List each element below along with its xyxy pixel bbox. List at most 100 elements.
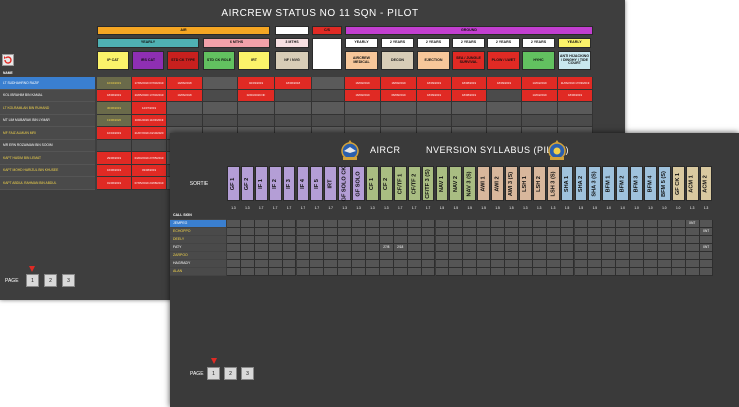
syllabus-cell[interactable] <box>324 220 339 228</box>
syllabus-cell[interactable] <box>518 244 533 252</box>
syllabus-cell[interactable] <box>421 244 436 252</box>
status-cell[interactable] <box>275 114 312 127</box>
status-cell[interactable] <box>238 102 275 115</box>
syllabus-cell[interactable] <box>421 236 436 244</box>
syllabus-cell[interactable] <box>240 244 255 252</box>
syllabus-cell[interactable] <box>532 252 547 260</box>
call-sign-row[interactable]: ZARPOO <box>170 252 226 260</box>
status-cell[interactable] <box>203 114 238 127</box>
syllabus-cell[interactable] <box>240 236 255 244</box>
status-cell[interactable] <box>417 114 452 127</box>
status-cell[interactable]: 19/06/2018 <box>167 89 203 102</box>
call-sign-row[interactable]: ECHOPPO <box>170 228 226 236</box>
syllabus-cell[interactable] <box>268 268 283 276</box>
pilot-name-row[interactable]: LT SUDHAHRNO RAZIF <box>0 77 95 90</box>
syllabus-cell[interactable] <box>588 268 603 276</box>
status-cell[interactable] <box>203 102 238 115</box>
syllabus-cell[interactable] <box>630 244 644 252</box>
syllabus-cell[interactable] <box>254 252 269 260</box>
syllabus-cell[interactable] <box>379 252 394 260</box>
syllabus-cell[interactable] <box>630 236 644 244</box>
syllabus-cell[interactable] <box>282 244 297 252</box>
syllabus-cell[interactable] <box>296 268 311 276</box>
status-cell[interactable] <box>487 89 522 102</box>
syllabus-cell[interactable] <box>282 252 297 260</box>
syllabus-cell[interactable] <box>407 228 422 236</box>
syllabus-cell[interactable]: 27/8 <box>379 244 394 252</box>
syllabus-cell[interactable] <box>616 236 631 244</box>
syllabus-cell[interactable] <box>338 228 353 236</box>
syllabus-cell[interactable] <box>602 228 617 236</box>
status-cell[interactable]: 18/08/2019 <box>452 77 487 90</box>
syllabus-cell[interactable] <box>491 236 505 244</box>
syllabus-cell[interactable] <box>240 260 255 268</box>
syllabus-cell[interactable] <box>463 268 478 276</box>
syllabus-cell[interactable] <box>588 220 603 228</box>
status-cell[interactable] <box>132 139 167 152</box>
syllabus-cell[interactable] <box>324 252 339 260</box>
syllabus-cell[interactable] <box>352 260 366 268</box>
pilot-name-row[interactable]: KOL IBRAHIM BIN KAMAL <box>0 89 95 102</box>
status-cell[interactable] <box>275 102 312 115</box>
syllabus-cell[interactable] <box>379 220 394 228</box>
page-button-2[interactable]: 2 <box>224 367 237 380</box>
syllabus-cell[interactable] <box>588 236 603 244</box>
syllabus-cell[interactable] <box>602 252 617 260</box>
pilot-name-row[interactable]: LT KOLRAMLAN BIN RUHAND <box>0 102 95 115</box>
syllabus-cell[interactable] <box>421 228 436 236</box>
syllabus-cell[interactable] <box>463 236 478 244</box>
syllabus-cell[interactable] <box>421 220 436 228</box>
syllabus-cell[interactable] <box>602 220 617 228</box>
syllabus-cell[interactable] <box>240 268 255 276</box>
syllabus-cell[interactable] <box>574 252 589 260</box>
syllabus-cell[interactable] <box>491 228 505 236</box>
syllabus-cell[interactable] <box>518 236 533 244</box>
syllabus-cell[interactable] <box>616 252 631 260</box>
status-cell[interactable]: 30/06/2019 <box>97 102 132 115</box>
syllabus-cell[interactable] <box>491 244 505 252</box>
syllabus-cell[interactable] <box>477 244 492 252</box>
syllabus-cell[interactable] <box>310 252 325 260</box>
call-sign-row[interactable]: DEELY <box>170 236 226 244</box>
syllabus-cell[interactable] <box>463 220 478 228</box>
status-cell[interactable]: 02/03/2019 <box>238 77 275 90</box>
page-button-1[interactable]: 1 <box>26 274 39 287</box>
syllabus-cell[interactable] <box>518 228 533 236</box>
syllabus-cell[interactable] <box>379 260 394 268</box>
status-cell[interactable] <box>97 139 132 152</box>
page-button-3[interactable]: 3 <box>241 367 254 380</box>
call-sign-row[interactable]: JEMPEG <box>170 220 226 228</box>
syllabus-cell[interactable] <box>310 236 325 244</box>
syllabus-cell[interactable] <box>505 220 519 228</box>
status-cell[interactable] <box>558 114 593 127</box>
syllabus-cell[interactable] <box>282 220 297 228</box>
status-cell[interactable]: 10/01/2019 11/03/2019 <box>132 114 167 127</box>
syllabus-cell[interactable] <box>574 260 589 268</box>
syllabus-cell[interactable] <box>491 252 505 260</box>
syllabus-cell[interactable] <box>574 236 589 244</box>
syllabus-cell[interactable] <box>657 268 672 276</box>
syllabus-cell[interactable] <box>532 268 547 276</box>
status-cell[interactable] <box>167 102 203 115</box>
syllabus-cell[interactable] <box>407 260 422 268</box>
syllabus-cell[interactable] <box>630 260 644 268</box>
status-cell[interactable]: 10/04/2019 <box>97 77 132 90</box>
syllabus-cell[interactable] <box>366 268 380 276</box>
syllabus-cell[interactable] <box>254 260 269 268</box>
syllabus-cell[interactable] <box>338 244 353 252</box>
syllabus-cell[interactable] <box>366 228 380 236</box>
syllabus-cell[interactable] <box>393 260 408 268</box>
syllabus-cell[interactable] <box>505 268 519 276</box>
syllabus-cell[interactable] <box>699 236 714 244</box>
syllabus-cell[interactable] <box>602 244 617 252</box>
syllabus-cell[interactable] <box>671 268 686 276</box>
syllabus-cell[interactable] <box>324 244 339 252</box>
status-cell[interactable] <box>452 114 487 127</box>
syllabus-cell[interactable] <box>393 228 408 236</box>
syllabus-cell[interactable] <box>671 228 686 236</box>
syllabus-cell[interactable] <box>393 236 408 244</box>
syllabus-cell[interactable] <box>338 260 353 268</box>
syllabus-cell[interactable] <box>699 268 714 276</box>
status-cell[interactable]: 16/06/2019 <box>97 164 132 177</box>
syllabus-cell[interactable] <box>616 220 631 228</box>
